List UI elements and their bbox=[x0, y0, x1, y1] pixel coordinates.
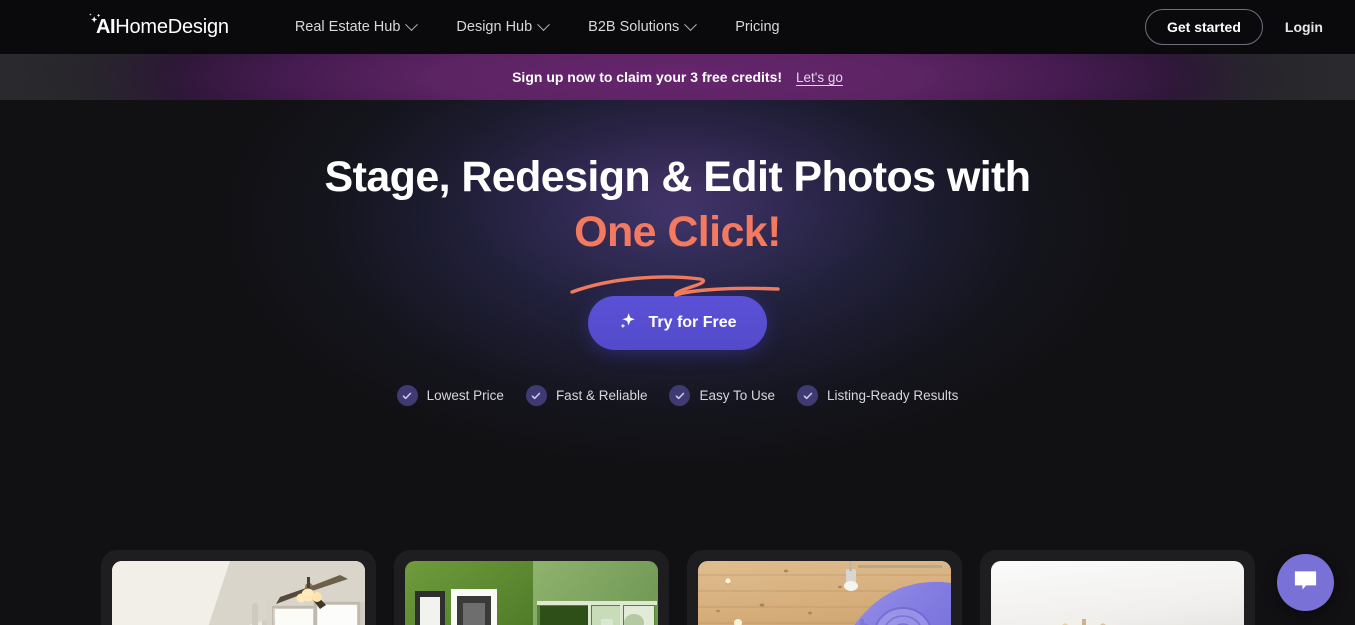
try-for-free-label: Try for Free bbox=[648, 314, 737, 332]
gallery-cards bbox=[0, 550, 1355, 625]
feature-label: Fast & Reliable bbox=[555, 388, 648, 404]
get-started-button[interactable]: Get started bbox=[1144, 9, 1263, 45]
promo-banner-text: Sign up now to claim your 3 free credits… bbox=[512, 69, 783, 85]
sparkle-icon bbox=[618, 311, 637, 335]
feature-label: Listing-Ready Results bbox=[827, 388, 959, 404]
feature-label: Easy To Use bbox=[699, 388, 776, 404]
check-icon bbox=[396, 385, 418, 407]
gallery-card-wood-ceiling-kitchen[interactable] bbox=[686, 550, 962, 625]
nav-label: Real Estate Hub bbox=[294, 19, 401, 35]
hero-section: Stage, Redesign & Edit Photos with One C… bbox=[0, 100, 1355, 625]
page-title: Stage, Redesign & Edit Photos with One C… bbox=[0, 150, 1355, 297]
nav-label: Design Hub bbox=[456, 19, 533, 35]
logo-text: AIHomeDesign bbox=[96, 16, 229, 39]
gallery-card-vaulted-living-room[interactable] bbox=[100, 550, 376, 625]
headline-accent-wrap: One Click! bbox=[570, 205, 781, 297]
check-icon bbox=[669, 385, 691, 407]
site-header: AIHomeDesign Real Estate Hub Design Hub … bbox=[0, 0, 1355, 54]
chevron-down-icon bbox=[684, 17, 698, 31]
gallery-image bbox=[697, 561, 951, 625]
nav-item-pricing[interactable]: Pricing bbox=[715, 11, 799, 43]
feature-badges: Lowest Price Fast & Reliable Easy To Use… bbox=[0, 385, 1355, 407]
gallery-card-green-home-office[interactable] bbox=[393, 550, 669, 625]
nav-item-real-estate-hub[interactable]: Real Estate Hub bbox=[275, 11, 437, 43]
underline-swoosh-decoration bbox=[570, 259, 782, 297]
hero-cta-wrap: Try for Free bbox=[0, 296, 1355, 351]
header-actions: Get started Login bbox=[1144, 9, 1331, 45]
promo-banner-link[interactable]: Let's go bbox=[796, 70, 843, 85]
nav-label: B2B Solutions bbox=[588, 19, 680, 35]
promo-banner: Sign up now to claim your 3 free credits… bbox=[0, 54, 1355, 100]
chat-widget-button[interactable] bbox=[1277, 554, 1334, 611]
feature-label: Lowest Price bbox=[426, 388, 504, 404]
logo-prefix: AI bbox=[96, 15, 116, 38]
feature-badge-easy-to-use: Easy To Use bbox=[669, 385, 776, 407]
feature-badge-lowest-price: Lowest Price bbox=[396, 385, 504, 407]
headline-accent-text: One Click! bbox=[574, 207, 781, 256]
feature-badge-listing-ready-results: Listing-Ready Results bbox=[797, 385, 959, 407]
nav-item-b2b-solutions[interactable]: B2B Solutions bbox=[568, 11, 715, 43]
nav-item-design-hub[interactable]: Design Hub bbox=[436, 11, 568, 43]
try-for-free-button[interactable]: Try for Free bbox=[588, 296, 767, 351]
chevron-down-icon bbox=[537, 17, 551, 31]
chevron-down-icon bbox=[405, 17, 419, 31]
gallery-image bbox=[111, 561, 365, 625]
check-icon bbox=[525, 385, 547, 407]
gallery-image bbox=[990, 561, 1244, 625]
logo-suffix: HomeDesign bbox=[115, 15, 229, 38]
login-link[interactable]: Login bbox=[1277, 13, 1331, 41]
gallery-card-brick-wall-room[interactable] bbox=[979, 550, 1255, 625]
chat-bubble-icon bbox=[1292, 567, 1319, 599]
main-navigation: Real Estate Hub Design Hub B2B Solutions… bbox=[275, 11, 800, 43]
logo[interactable]: AIHomeDesign bbox=[89, 12, 229, 39]
gallery-image bbox=[404, 561, 658, 625]
headline-line-1: Stage, Redesign & Edit Photos with bbox=[324, 153, 1031, 201]
check-icon bbox=[797, 385, 819, 407]
feature-badge-fast-reliable: Fast & Reliable bbox=[525, 385, 648, 407]
nav-label: Pricing bbox=[735, 19, 780, 35]
hero-content: Stage, Redesign & Edit Photos with One C… bbox=[0, 100, 1355, 407]
